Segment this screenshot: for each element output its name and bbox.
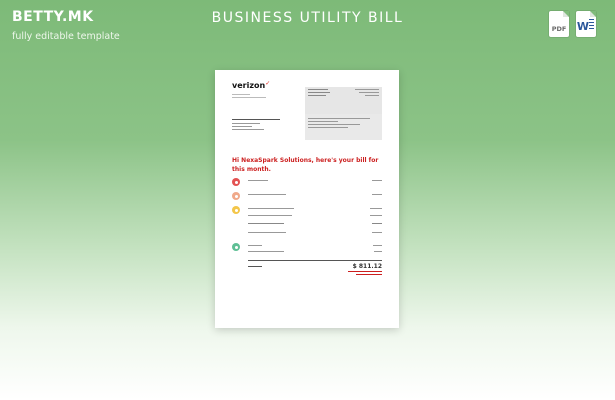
bill-summary-box xyxy=(305,87,382,114)
brand-tagline: fully editable template xyxy=(12,31,120,42)
total-amount: $ 811.12 xyxy=(352,263,382,270)
line-item xyxy=(232,232,382,236)
customer-details xyxy=(232,119,280,130)
service-icon xyxy=(232,192,240,200)
divider xyxy=(248,260,382,261)
line-item xyxy=(232,215,382,219)
line-item xyxy=(232,251,382,255)
word-download-button[interactable]: W xyxy=(576,11,596,37)
line-item xyxy=(232,223,382,227)
line-item xyxy=(232,206,382,214)
pdf-download-button[interactable]: PDF xyxy=(549,11,569,37)
company-address xyxy=(232,94,266,98)
bill-preview[interactable]: verizon✓ Hi NexaSpark Solutions, here's … xyxy=(215,70,399,328)
line-item xyxy=(232,243,382,251)
line-item xyxy=(232,192,382,200)
billing-note-box xyxy=(305,114,382,140)
page-title: BUSINESS UTILITY BILL xyxy=(211,10,404,26)
service-icon xyxy=(232,243,240,251)
verizon-logo: verizon✓ xyxy=(232,80,271,90)
service-icon xyxy=(232,178,240,186)
word-file-icon xyxy=(590,11,596,17)
greeting-heading: Hi NexaSpark Solutions, here's your bill… xyxy=(232,157,379,173)
pdf-file-icon xyxy=(563,11,569,17)
service-icon xyxy=(232,206,240,214)
line-item xyxy=(232,178,382,186)
pdf-label: PDF xyxy=(551,25,567,33)
checkmark-icon: ✓ xyxy=(265,80,271,87)
word-label: W xyxy=(576,20,590,33)
total-label xyxy=(248,266,262,267)
total-note xyxy=(348,271,382,275)
